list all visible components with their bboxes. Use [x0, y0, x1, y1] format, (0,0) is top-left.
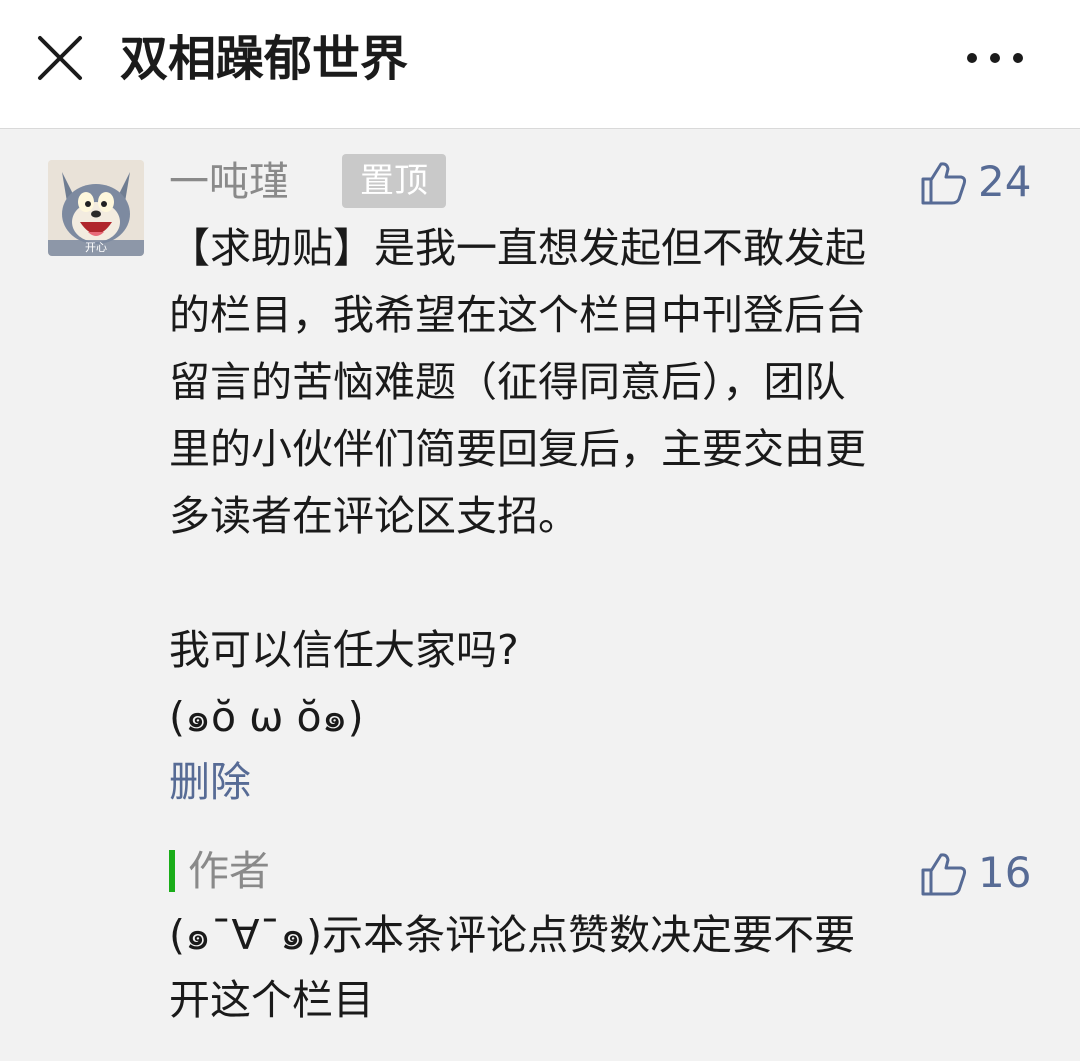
comment-line: 里的小伙伴们简要回复后，主要交由更: [169, 425, 866, 473]
top-bar: 双相躁郁世界: [0, 0, 1080, 129]
close-icon[interactable]: [30, 28, 90, 88]
thumbs-up-icon: [921, 853, 967, 896]
comment-line: 【求助贴】是我一直想发起但不敢发起: [169, 224, 866, 272]
avatar-caption: 开心: [85, 241, 107, 254]
author-accent-bar: [169, 850, 175, 892]
like-button[interactable]: 24: [920, 154, 1040, 210]
comment-section: 开心 一吨瑾 置顶 24 【求助贴】是我一直想发起但不敢发起 的栏目，我希望在这…: [0, 129, 1080, 1061]
author-reply-text: (๑¯∀¯๑)示本条评论点赞数决定要不要 开这个栏目: [169, 903, 1049, 1033]
comment-text: 【求助贴】是我一直想发起但不敢发起 的栏目，我希望在这个栏目中刊登后台 留言的苦…: [169, 215, 1029, 751]
page-title: 双相躁郁世界: [120, 31, 409, 87]
reply-line: (๑¯∀¯๑)示本条评论点赞数决定要不要: [169, 911, 856, 959]
like-count: 16: [978, 848, 1032, 897]
like-count: 24: [978, 157, 1032, 206]
comment-line: (๑ŏ ω ŏ๑): [169, 693, 364, 741]
comment-line: 多读者在评论区支招。: [169, 492, 579, 540]
delete-link[interactable]: 删除: [169, 752, 251, 812]
author-label: 作者: [188, 847, 270, 895]
comment-line: 留言的苦恼难题（征得同意后），团队: [169, 358, 846, 406]
thumbs-up-icon: [921, 162, 967, 205]
reply-line: 开这个栏目: [169, 976, 374, 1024]
comment-line: 的栏目，我希望在这个栏目中刊登后台: [169, 291, 866, 339]
pinned-badge: 置顶: [342, 154, 446, 208]
username[interactable]: 一吨瑾: [169, 154, 289, 210]
more-dots-icon[interactable]: [960, 40, 1030, 76]
author-like-button[interactable]: 16: [920, 845, 1040, 901]
comment-line: 我可以信任大家吗?: [169, 626, 519, 674]
avatar[interactable]: 开心: [48, 160, 144, 256]
